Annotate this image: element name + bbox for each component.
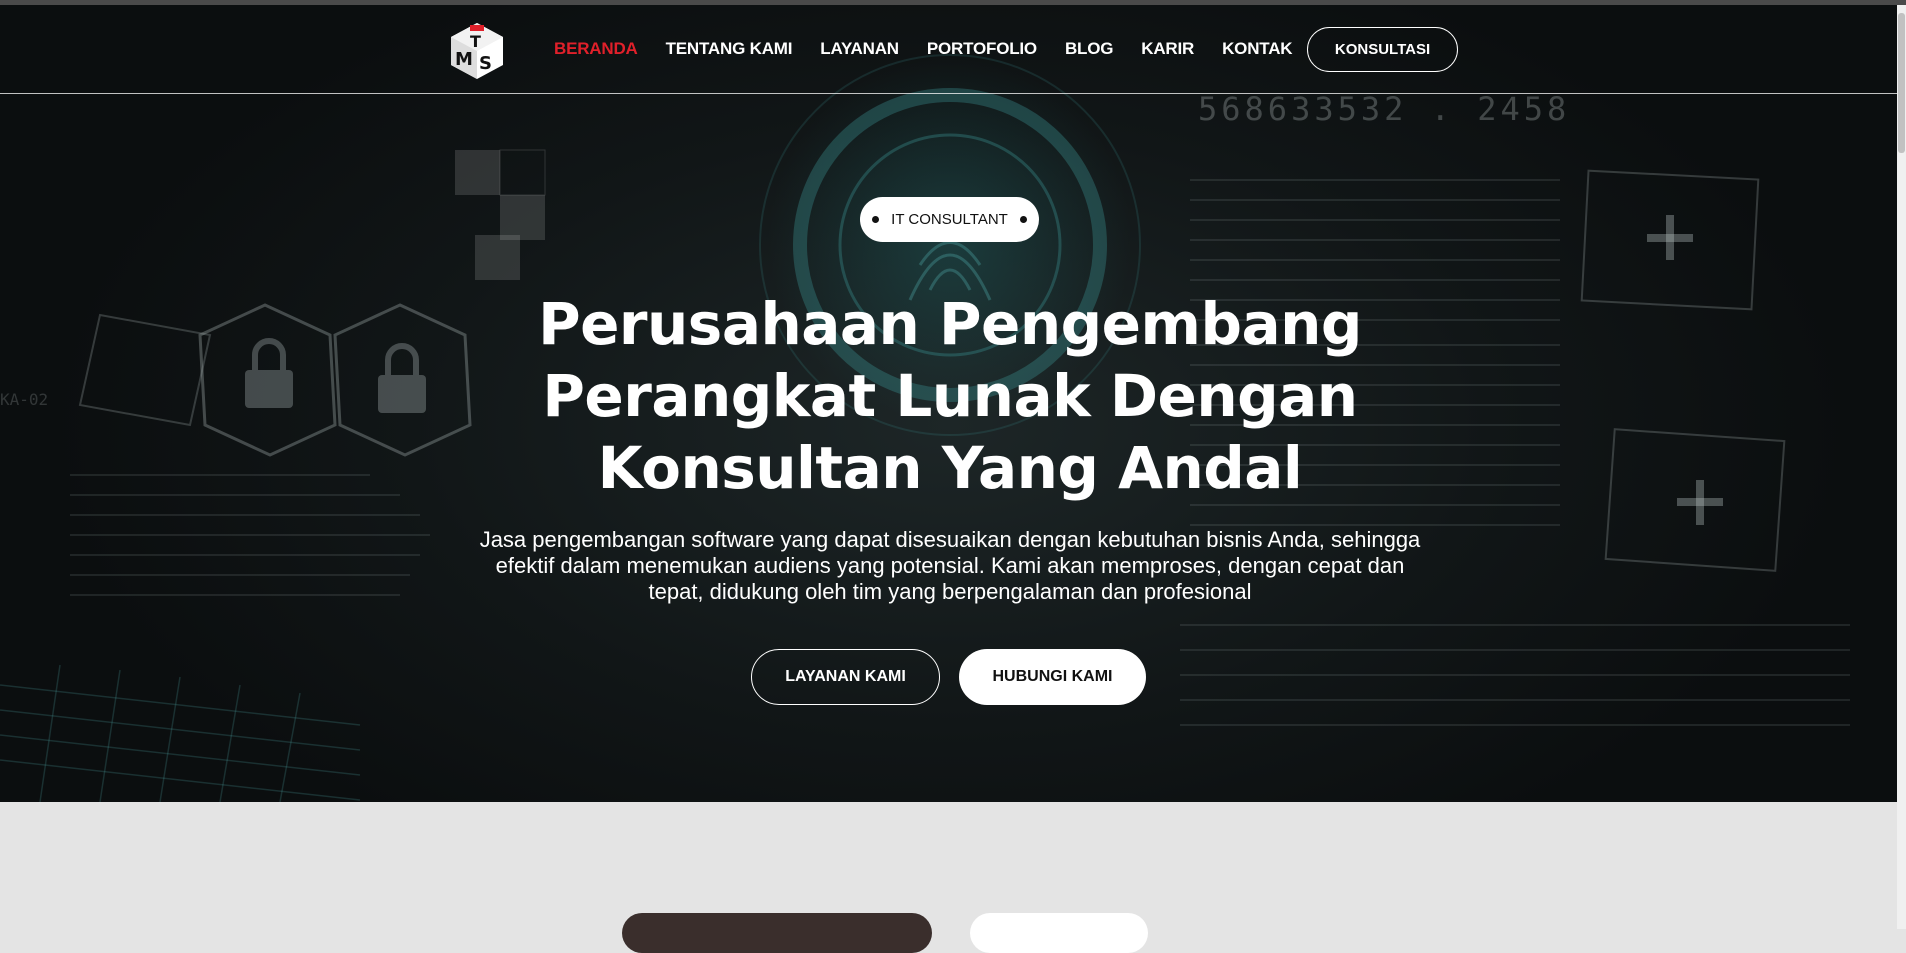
hero-description: Jasa pengembangan software yang dapat di…	[420, 527, 1480, 605]
primary-nav: BERANDA TENTANG KAMI LAYANAN PORTOFOLIO …	[554, 39, 1293, 59]
description-line: tepat, didukung oleh tim yang berpengala…	[648, 579, 1252, 604]
nav-item-layanan[interactable]: LAYANAN	[820, 39, 899, 59]
headline-line: Perusahaan Pengembang	[538, 290, 1362, 358]
svg-text:T: T	[470, 32, 481, 51]
hero-section: 568633532 . 2458 KA-02 M S T BERANDA TEN…	[0, 5, 1897, 802]
nav-item-blog[interactable]: BLOG	[1065, 39, 1114, 59]
plus-icon	[1647, 215, 1693, 260]
nav-item-tentang-kami[interactable]: TENTANG KAMI	[666, 39, 793, 59]
nav-item-beranda[interactable]: BERANDA	[554, 39, 638, 59]
konsultasi-button[interactable]: KONSULTASI	[1307, 27, 1458, 72]
bullet-dot-icon	[872, 216, 880, 223]
bullet-dot-icon	[1019, 216, 1027, 223]
badge-label: IT CONSULTANT	[891, 211, 1008, 228]
layanan-kami-button[interactable]: LAYANAN KAMI	[751, 649, 940, 705]
hubungi-kami-button[interactable]: HUBUNGI KAMI	[959, 649, 1146, 705]
mts-cube-logo-icon[interactable]: M S T	[448, 21, 506, 81]
headline-line: Perangkat Lunak Dengan	[542, 362, 1358, 430]
description-line: efektif dalam menemukan audiens yang pot…	[495, 553, 1405, 578]
headline-line: Konsultan Yang Andal	[597, 434, 1303, 502]
nav-item-karir[interactable]: KARIR	[1141, 39, 1194, 59]
page-scrollbar[interactable]	[1897, 5, 1906, 929]
description-line: Jasa pengembangan software yang dapat di…	[479, 527, 1421, 552]
scrollbar-thumb[interactable]	[1898, 13, 1905, 153]
nav-item-portofolio[interactable]: PORTOFOLIO	[927, 39, 1037, 59]
it-consultant-badge: IT CONSULTANT	[860, 197, 1039, 242]
svg-text:S: S	[479, 53, 492, 74]
svg-text:568633532 . 2458: 568633532 . 2458	[1198, 90, 1570, 128]
service-card	[970, 913, 1148, 953]
nav-item-kontak[interactable]: KONTAK	[1222, 39, 1292, 59]
hero-headline: Perusahaan Pengembang Perangkat Lunak De…	[430, 288, 1470, 504]
svg-text:M: M	[455, 49, 473, 70]
svg-text:KA-02: KA-02	[0, 390, 48, 409]
service-card-image	[622, 913, 932, 953]
main-navbar: M S T BERANDA TENTANG KAMI LAYANAN PORTO…	[0, 5, 1897, 94]
plus-icon	[1677, 480, 1723, 525]
